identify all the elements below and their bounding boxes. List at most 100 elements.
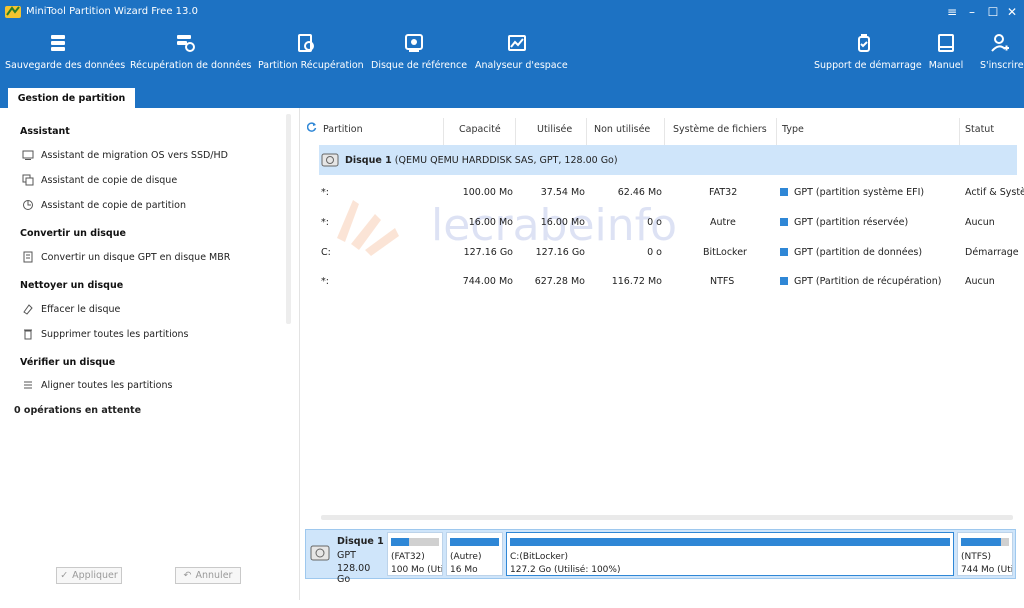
disk-icon <box>321 153 339 167</box>
cell-partition: *: <box>321 276 329 287</box>
usage-bar <box>961 538 1009 546</box>
column-header-status[interactable]: Statut <box>965 118 994 142</box>
column-header-type[interactable]: Type <box>782 118 804 142</box>
section-title-assistant: Assistant <box>20 126 70 137</box>
cell-filesystem: FAT32 <box>709 187 738 198</box>
sidebar-scrollbar[interactable] <box>286 114 291 324</box>
cell-type-label: GPT (partition réservée) <box>794 217 909 228</box>
cell-type-label: GPT (Partition de récupération) <box>794 276 942 287</box>
cell-status: Aucun <box>965 276 995 287</box>
toolbar-disk-benchmark-button[interactable]: Disque de référence <box>371 32 467 82</box>
close-icon[interactable]: ✕ <box>1004 4 1020 20</box>
horizontal-scrollbar[interactable] <box>321 515 1013 520</box>
toolbar-register-button[interactable]: S'inscrire <box>980 32 1024 82</box>
register-icon <box>991 34 1009 52</box>
partition-color-square <box>780 277 788 285</box>
toolbar-bootable-media-button[interactable]: Support de démarrage <box>814 32 922 82</box>
disk-benchmark-icon <box>405 34 423 52</box>
cell-type-label: GPT (partition système EFI) <box>794 187 925 198</box>
disk-name: Disque 1 <box>345 154 392 166</box>
cell-type-label: GPT (partition de données) <box>794 247 923 258</box>
table-row[interactable]: *: 100.00 Mo 37.54 Mo 62.46 Mo FAT32 GPT… <box>301 184 1024 204</box>
undo-button[interactable]: ↶ Annuler <box>175 567 241 584</box>
toolbar-data-recovery-button[interactable]: Récupération de données <box>130 32 252 82</box>
disk-map-partition[interactable]: (Autre) 16 Mo <box>446 532 503 576</box>
column-divider[interactable] <box>959 118 960 146</box>
partition-size: 127.2 Go (Utilisé: 100%) <box>510 565 621 575</box>
top-banner: MiniTool Partition Wizard Free 13.0 ≡ – … <box>0 0 1024 108</box>
status-bar <box>0 600 1024 608</box>
partition-fs: (NTFS) <box>961 552 991 562</box>
toolbar-backup-button[interactable]: Sauvegarde des données <box>5 32 125 82</box>
cell-used: 127.16 Go <box>535 247 585 258</box>
undo-icon: ↶ <box>183 570 192 581</box>
toolbar-space-analyzer-button[interactable]: Analyseur d'espace <box>475 32 568 82</box>
column-header-unused[interactable]: Non utilisée <box>594 118 650 142</box>
space-analyzer-icon <box>508 35 526 51</box>
app-logo-icon <box>5 6 21 18</box>
table-row[interactable]: *: 16.00 Mo 16.00 Mo 0 o Autre GPT (part… <box>301 214 1024 234</box>
sidebar-item-wipe-disk[interactable]: Effacer le disque <box>22 301 120 317</box>
disk-map[interactable]: Disque 1 GPT 128.00 Go (FAT32) 100 Mo (U… <box>305 529 1016 585</box>
partition-color-square <box>780 248 788 256</box>
cell-used: 37.54 Mo <box>540 187 585 198</box>
cell-filesystem: BitLocker <box>703 247 747 258</box>
check-icon: ✓ <box>60 570 69 581</box>
cell-used: 16.00 Mo <box>540 217 585 228</box>
manual-icon <box>938 34 954 52</box>
toolbar-label: Récupération de données <box>130 60 252 71</box>
column-divider[interactable] <box>664 118 665 146</box>
toolbar-label: Analyseur d'espace <box>475 60 568 71</box>
sidebar: Assistant Assistant de migration OS vers… <box>0 108 300 600</box>
table-row[interactable]: *: 744.00 Mo 627.28 Mo 116.72 Mo NTFS GP… <box>301 273 1024 293</box>
table-row[interactable]: C: 127.16 Go 127.16 Go 0 o BitLocker GPT… <box>301 244 1024 264</box>
disk-map-partition[interactable]: C:(BitLocker) 127.2 Go (Utilisé: 100%) <box>506 532 954 576</box>
cell-capacity: 16.00 Mo <box>468 217 513 228</box>
column-divider[interactable] <box>776 118 777 146</box>
column-header-used[interactable]: Utilisée <box>537 118 572 142</box>
cell-unused: 0 o <box>647 217 662 228</box>
sidebar-item-convert-gpt-mbr[interactable]: Convertir un disque GPT en disque MBR <box>22 249 230 265</box>
cell-status: Aucun <box>965 217 995 228</box>
cell-partition: *: <box>321 217 329 228</box>
sidebar-item-copy-partition[interactable]: Assistant de copie de partition <box>22 197 186 213</box>
cell-unused: 62.46 Mo <box>617 187 662 198</box>
disk-map-partition[interactable]: (NTFS) 744 Mo (Uti <box>957 532 1013 576</box>
sidebar-item-align-partitions[interactable]: Aligner toutes les partitions <box>22 377 172 393</box>
toolbar-manual-button[interactable]: Manuel <box>927 32 965 82</box>
pending-operations: 0 opérations en attente <box>14 405 142 416</box>
minimize-icon[interactable]: – <box>964 4 980 20</box>
section-title-convert-disk: Convertir un disque <box>20 228 126 239</box>
column-header-capacity[interactable]: Capacité <box>459 118 501 142</box>
disk-map-partition[interactable]: (FAT32) 100 Mo (Utili <box>387 532 443 576</box>
partition-size: 100 Mo (Utili <box>391 565 443 575</box>
column-header-filesystem[interactable]: Système de fichiers <box>673 118 767 142</box>
refresh-icon[interactable] <box>306 118 317 142</box>
column-divider[interactable] <box>586 118 587 146</box>
column-divider[interactable] <box>443 118 444 146</box>
disk-row[interactable]: Disque 1 (QEMU QEMU HARDDISK SAS, GPT, 1… <box>319 145 1017 175</box>
usage-fill <box>391 538 410 546</box>
migrate-os-icon <box>22 150 34 160</box>
column-divider[interactable] <box>515 118 516 146</box>
app-title: MiniTool Partition Wizard Free 13.0 <box>26 6 198 17</box>
partition-fs: (Autre) <box>450 552 482 562</box>
menu-icon[interactable]: ≡ <box>944 4 960 20</box>
maximize-icon[interactable]: ☐ <box>985 4 1001 20</box>
copy-disk-icon <box>22 174 34 186</box>
sidebar-item-delete-all-partitions[interactable]: Supprimer toutes les partitions <box>22 326 189 342</box>
tab-partition-management[interactable]: Gestion de partition <box>8 88 135 108</box>
sidebar-item-migrate-os[interactable]: Assistant de migration OS vers SSD/HD <box>22 147 228 163</box>
disk-map-size: 128.00 Go <box>337 563 371 585</box>
sidebar-item-label: Assistant de copie de disque <box>41 174 178 186</box>
sidebar-item-copy-disk[interactable]: Assistant de copie de disque <box>22 172 177 188</box>
eraser-icon <box>23 304 33 315</box>
apply-button[interactable]: ✓ Appliquer <box>56 567 122 584</box>
disk-map-disk[interactable]: Disque 1 GPT 128.00 Go <box>306 530 386 585</box>
backup-icon <box>51 35 65 51</box>
toolbar-label: Partition Récupération <box>258 60 364 71</box>
toolbar-partition-recovery-button[interactable]: Partition Récupération <box>258 32 364 82</box>
usage-bar <box>391 538 439 546</box>
cell-unused: 116.72 Mo <box>611 276 662 287</box>
column-header-partition[interactable]: Partition <box>323 118 363 142</box>
